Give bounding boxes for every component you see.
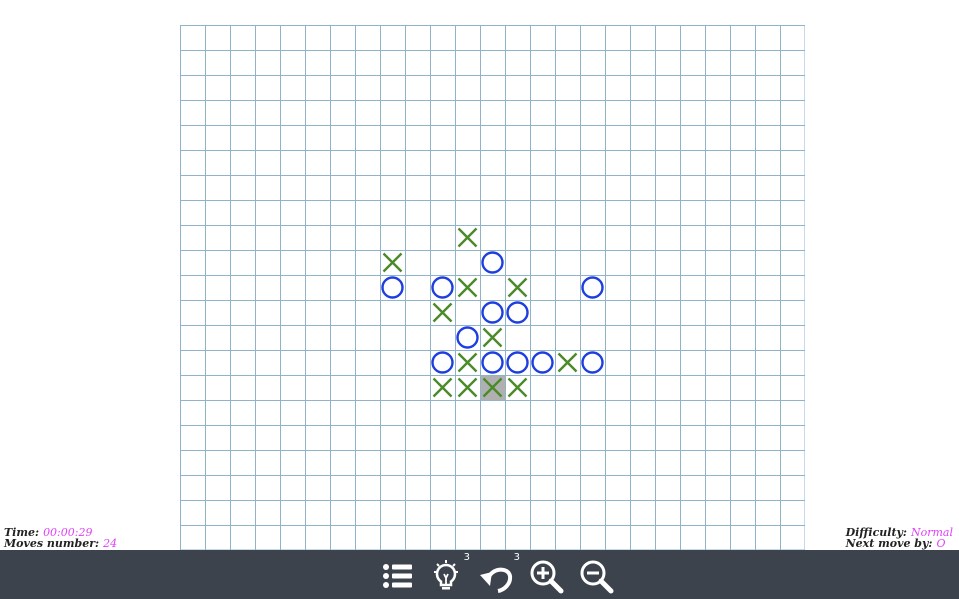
o-piece — [431, 351, 454, 374]
o-piece — [506, 301, 529, 324]
o-piece — [531, 351, 554, 374]
hint-button[interactable]: 3 — [428, 552, 470, 594]
x-piece — [482, 327, 503, 348]
x-piece — [457, 277, 478, 298]
hint-count: 3 — [463, 552, 470, 563]
moves-value: 24 — [103, 537, 118, 550]
lightbulb-icon — [434, 560, 458, 590]
undo-button[interactable]: 3 — [478, 552, 520, 594]
x-piece — [457, 227, 478, 248]
undo-icon — [480, 567, 513, 593]
game-stats-right: Difficulty: Normal Next move by: O — [846, 527, 953, 549]
undo-count: 3 — [513, 552, 520, 563]
x-piece — [507, 277, 528, 298]
x-piece — [432, 302, 453, 323]
bottom-toolbar: 3 3 — [0, 550, 959, 599]
x-piece — [557, 352, 578, 373]
o-piece — [481, 301, 504, 324]
zoom-in-icon — [530, 560, 564, 594]
x-piece — [457, 352, 478, 373]
board-grid[interactable] — [180, 25, 805, 550]
list-icon — [383, 564, 412, 588]
moves-row: Moves number: 24 — [4, 538, 117, 549]
o-piece — [581, 351, 604, 374]
game-stats-left: Time: 00:00:29 Moves number: 24 — [4, 527, 117, 549]
o-piece — [381, 276, 404, 299]
next-move-row: Next move by: O — [846, 538, 953, 549]
o-piece — [506, 351, 529, 374]
zoom-in-button[interactable] — [528, 558, 564, 594]
menu-button[interactable] — [380, 558, 416, 594]
o-piece — [581, 276, 604, 299]
zoom-out-button[interactable] — [578, 558, 614, 594]
o-piece — [456, 326, 479, 349]
x-piece — [507, 377, 528, 398]
o-piece — [431, 276, 454, 299]
next-move-value: O — [936, 537, 946, 550]
moves-label: Moves number: — [4, 537, 100, 550]
x-piece — [432, 377, 453, 398]
x-piece — [457, 377, 478, 398]
zoom-out-icon — [580, 560, 614, 594]
next-move-label: Next move by: — [845, 537, 933, 550]
o-piece — [481, 351, 504, 374]
o-piece — [481, 251, 504, 274]
game-board[interactable] — [180, 25, 805, 550]
x-piece — [382, 252, 403, 273]
